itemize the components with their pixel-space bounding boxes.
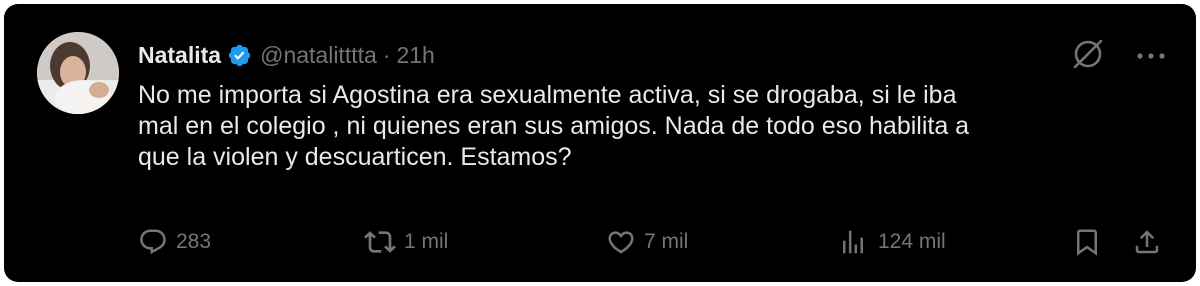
- profile-photo-icon: [37, 32, 119, 114]
- views-count: 124 mil: [878, 230, 946, 253]
- more-icon[interactable]: [1136, 48, 1166, 66]
- avatar[interactable]: [37, 32, 119, 114]
- repost-icon: [364, 231, 396, 253]
- display-name[interactable]: Natalita: [138, 42, 221, 69]
- like-button[interactable]: 7 mil: [606, 224, 688, 260]
- user-handle[interactable]: @natalitttta: [260, 42, 377, 69]
- views-icon: [843, 230, 863, 254]
- repost-count: 1 mil: [404, 230, 449, 253]
- repost-button[interactable]: 1 mil: [364, 224, 448, 260]
- reply-button[interactable]: 283: [138, 224, 211, 260]
- tweet-top-actions: [1070, 36, 1166, 77]
- like-icon: [608, 231, 634, 254]
- grok-icon[interactable]: [1070, 36, 1106, 77]
- like-count: 7 mil: [644, 230, 689, 253]
- separator-dot: ·: [382, 41, 391, 68]
- reply-count: 283: [176, 230, 212, 253]
- views-button[interactable]: 124 mil: [836, 224, 946, 260]
- reply-icon: [140, 229, 166, 255]
- bookmark-icon: [1077, 229, 1097, 256]
- tweet-card: Natalita @natalitttta · 21h No me import: [4, 4, 1196, 282]
- verified-badge-icon[interactable]: [227, 43, 252, 68]
- bookmark-button[interactable]: [1072, 224, 1102, 260]
- tweet-text: No me importa si Agostina era sexualment…: [138, 81, 970, 171]
- share-button[interactable]: [1132, 224, 1162, 260]
- tweet-actions-bar: 283 1 mil 7 mil 124 mil: [138, 224, 1168, 260]
- tweet-header: Natalita @natalitttta · 21h: [138, 38, 435, 72]
- share-icon: [1135, 230, 1159, 254]
- timestamp[interactable]: 21h: [396, 42, 434, 69]
